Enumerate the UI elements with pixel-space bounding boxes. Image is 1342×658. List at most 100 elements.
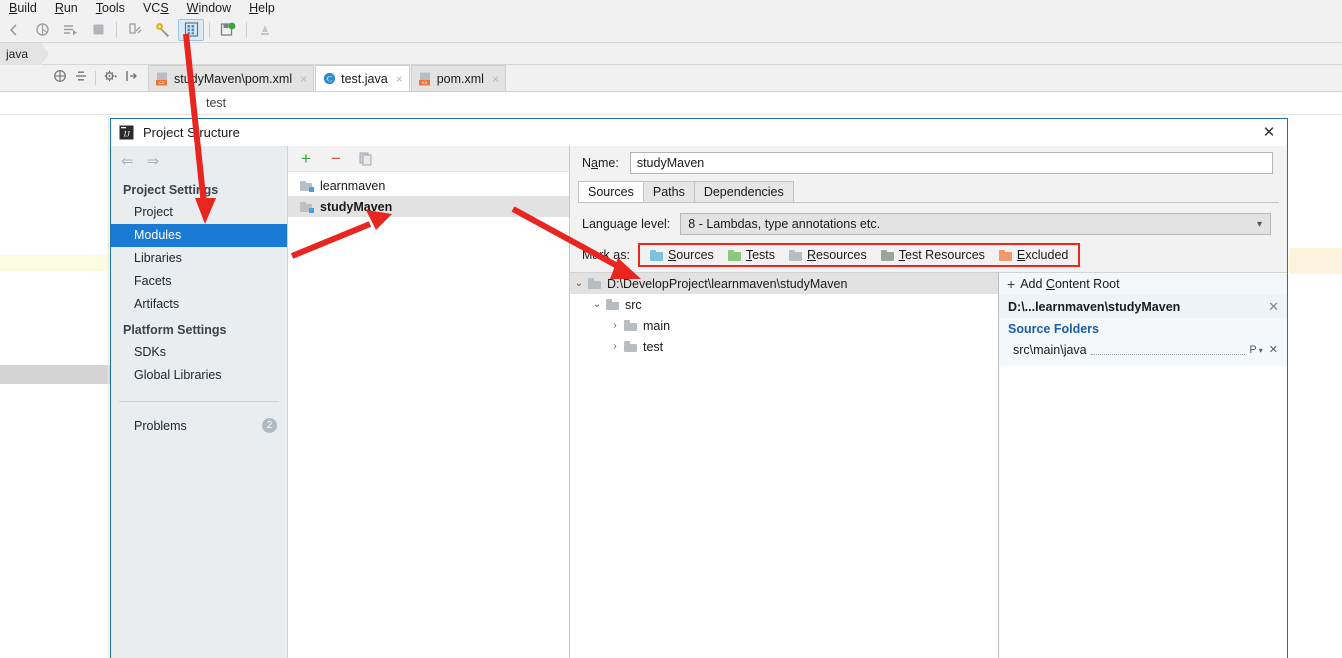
- expand-all-icon[interactable]: [53, 69, 67, 86]
- editor-tab-label-2: pom.xml: [436, 71, 484, 86]
- sidebar-item-global-libraries[interactable]: Global Libraries: [111, 364, 287, 387]
- mark-as-label: Mark as:: [582, 248, 630, 262]
- mark-as-sources[interactable]: Sources: [649, 248, 714, 262]
- chevron-down-icon-root[interactable]: ⌄: [570, 278, 588, 289]
- mark-as-sources-label: Sources: [667, 248, 714, 262]
- collapse-all-icon[interactable]: [74, 69, 88, 86]
- chevron-down-icon: ▾: [1256, 218, 1262, 230]
- build-project-icon[interactable]: [122, 19, 148, 41]
- plus-icon: +: [1007, 276, 1016, 292]
- sidebar-divider: [119, 401, 279, 402]
- test-resources-folder-icon: [880, 249, 894, 261]
- settings-sidebar: ⇐ ⇒ Project Settings Project Modules Lib…: [111, 146, 288, 658]
- problems-badge: 2: [262, 418, 277, 433]
- editor-tab-2[interactable]: <> pom.xml ×: [410, 65, 506, 91]
- remove-module-button[interactable]: −: [328, 150, 344, 167]
- chevron-right-icon-main[interactable]: ›: [606, 320, 624, 331]
- nav-back-icon[interactable]: ⇐: [121, 152, 134, 170]
- tree-label-test: test: [643, 339, 664, 354]
- package-prefix-icon[interactable]: P▾: [1249, 344, 1264, 356]
- settings-wrench-icon[interactable]: [150, 19, 176, 41]
- mark-as-resources[interactable]: Resources: [789, 248, 867, 262]
- chevron-down-icon-src[interactable]: ⌄: [588, 299, 606, 310]
- add-content-root-button[interactable]: + Add Content Root: [999, 273, 1287, 295]
- mark-as-tests-label: Tests: [745, 248, 775, 262]
- sidebar-item-project[interactable]: Project: [111, 201, 287, 224]
- toolbar-separator-3: [246, 21, 247, 38]
- tree-label-src: src: [625, 297, 642, 312]
- menu-item-tools[interactable]: Tools: [87, 0, 134, 17]
- editor-tab-close-1[interactable]: ×: [396, 72, 403, 86]
- sidebar-item-problems[interactable]: Problems 2: [111, 414, 287, 437]
- sidebar-item-sdks[interactable]: SDKs: [111, 341, 287, 364]
- project-structure-icon[interactable]: [178, 18, 204, 41]
- editor-tab-close-0[interactable]: ×: [300, 72, 307, 86]
- debug-icon[interactable]: [29, 19, 55, 41]
- toolbar-separator: [116, 21, 117, 38]
- breadcrumb-bar: java: [0, 42, 1342, 65]
- tree-row-test[interactable]: › test: [570, 336, 998, 357]
- editor-gutter-band: [0, 365, 110, 384]
- copy-module-button[interactable]: [358, 151, 374, 167]
- add-module-button[interactable]: +: [298, 150, 314, 167]
- tree-row-content-root[interactable]: ⌄ D:\DevelopProject\learnmaven\studyMave…: [570, 273, 998, 294]
- module-row-studymaven[interactable]: studyMaven: [288, 196, 569, 217]
- structure-bar: test: [0, 92, 1342, 115]
- sidebar-group-platform-settings: Platform Settings: [123, 323, 227, 337]
- tree-row-src[interactable]: ⌄ src: [570, 294, 998, 315]
- menu-item-window[interactable]: Window: [178, 0, 240, 17]
- editor-tab-0[interactable]: <> studyMaven\pom.xml ×: [148, 65, 315, 91]
- sync-maven-icon[interactable]: [215, 19, 241, 41]
- gear-icon[interactable]: [103, 69, 118, 86]
- menu-item-vcs[interactable]: VCS: [134, 0, 178, 17]
- mark-as-test-resources[interactable]: Test Resources: [880, 248, 985, 262]
- source-folder-row-0[interactable]: src\main\java P▾ ✕: [999, 339, 1287, 360]
- stop-icon[interactable]: [85, 19, 111, 41]
- autoscroll-icon[interactable]: [125, 69, 138, 86]
- language-level-select[interactable]: 8 - Lambdas, type annotations etc. ▾: [680, 213, 1271, 235]
- tab-sources[interactable]: Sources: [578, 181, 644, 202]
- gutter-separator: [95, 70, 96, 85]
- ide-scripting-icon[interactable]: [252, 19, 278, 41]
- module-row-learnmaven[interactable]: learnmaven: [288, 175, 569, 196]
- module-label-learnmaven: learnmaven: [320, 178, 386, 193]
- intellij-idea-icon: IJ: [119, 125, 134, 140]
- sidebar-item-artifacts[interactable]: Artifacts: [111, 293, 287, 316]
- editor-tab-label-1: test.java: [341, 71, 388, 86]
- run-with-coverage-icon[interactable]: [57, 19, 83, 41]
- tab-paths[interactable]: Paths: [642, 181, 695, 202]
- back-icon[interactable]: [1, 19, 27, 41]
- source-folder-filler: [1090, 344, 1246, 355]
- editor-tab-1[interactable]: C test.java ×: [315, 65, 410, 91]
- project-structure-dialog: IJ Project Structure ✕ ⇐ ⇒ Project Setti…: [110, 118, 1288, 658]
- module-name-input[interactable]: studyMaven: [629, 152, 1273, 174]
- nav-forward-icon[interactable]: ⇒: [147, 152, 160, 170]
- main-toolbar: [0, 17, 1342, 43]
- content-root-tree: ⌄ D:\DevelopProject\learnmaven\studyMave…: [570, 273, 999, 658]
- tree-row-main[interactable]: › main: [570, 315, 998, 336]
- close-icon[interactable]: ✕: [1259, 122, 1279, 142]
- xml-file-icon: <>: [156, 72, 169, 86]
- menu-item-run[interactable]: Run: [46, 0, 87, 17]
- module-folder-icon: [300, 180, 314, 192]
- editor-tab-label-0: studyMaven\pom.xml: [174, 71, 293, 86]
- sidebar-item-modules[interactable]: Modules: [111, 224, 287, 247]
- remove-content-root-icon[interactable]: ✕: [1268, 299, 1279, 315]
- folder-icon-src: [606, 299, 619, 310]
- editor-tab-close-2[interactable]: ×: [492, 72, 499, 86]
- chevron-right-icon-test[interactable]: ›: [606, 341, 624, 352]
- remove-source-folder-icon[interactable]: ✕: [1269, 343, 1280, 356]
- svg-text:IJ: IJ: [123, 130, 131, 139]
- mark-as-tests[interactable]: Tests: [727, 248, 775, 262]
- menu-item-help[interactable]: Help: [240, 0, 284, 17]
- sidebar-group-project-settings: Project Settings: [123, 183, 219, 197]
- breadcrumb-java[interactable]: java: [0, 42, 50, 65]
- sidebar-item-libraries[interactable]: Libraries: [111, 247, 287, 270]
- mark-as-test-resources-label: Test Resources: [898, 248, 985, 262]
- mark-as-excluded[interactable]: Excluded: [998, 248, 1068, 262]
- menu-item-build[interactable]: Build: [0, 0, 46, 17]
- tab-dependencies[interactable]: Dependencies: [693, 181, 794, 202]
- content-root-entry[interactable]: D:\...learnmaven\studyMaven ✕: [999, 295, 1287, 318]
- structure-label: test: [206, 96, 227, 110]
- sidebar-item-facets[interactable]: Facets: [111, 270, 287, 293]
